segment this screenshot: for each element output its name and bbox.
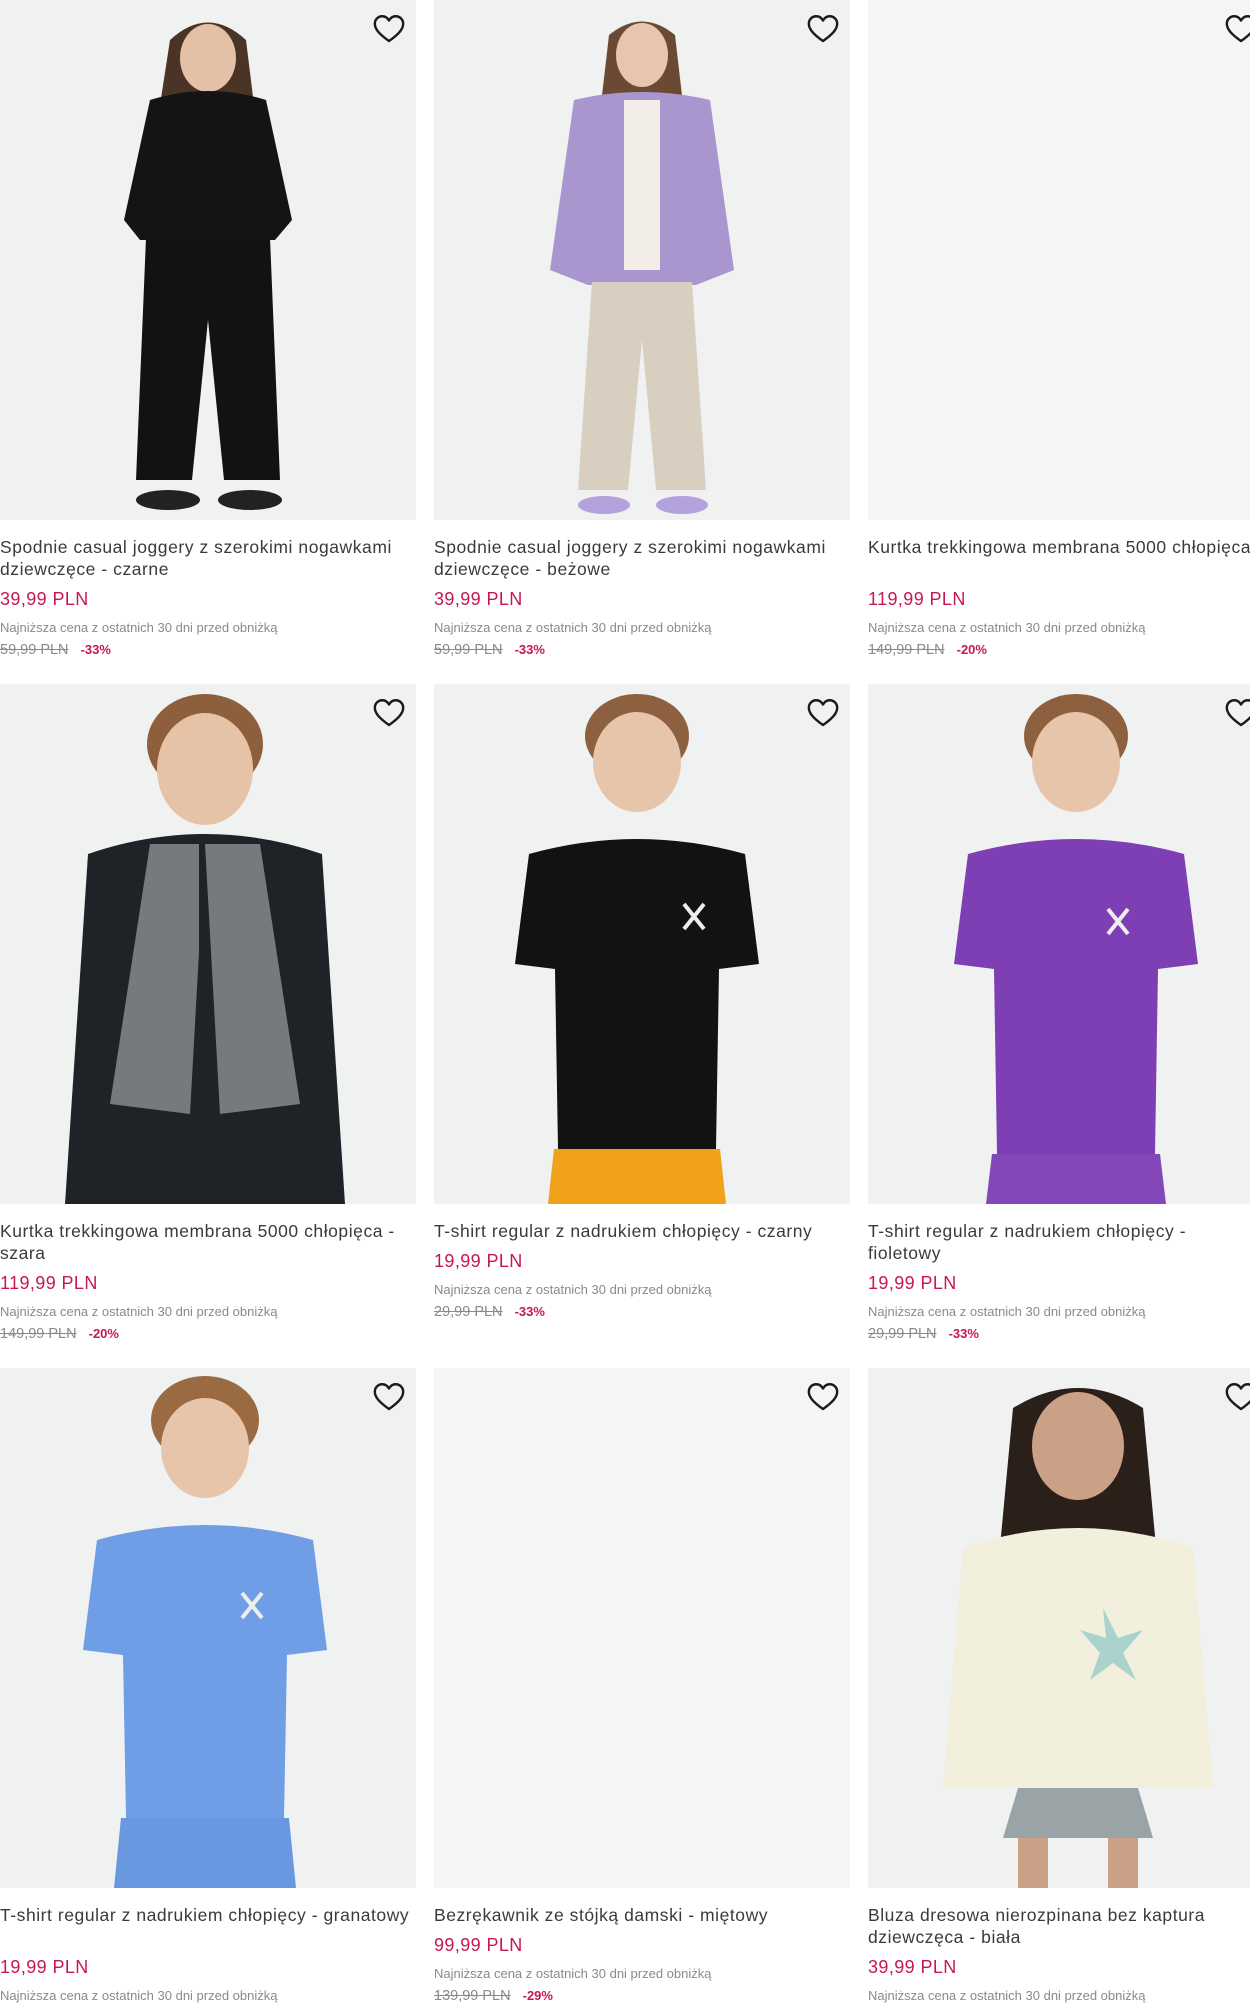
product-card[interactable]: Kurtka trekkingowa membrana 5000 chłopię… [0,684,416,1343]
old-price: 149,99 PLN [0,1326,77,1342]
discount-badge: -20% [88,1326,119,1341]
product-image[interactable] [868,1368,1250,1888]
product-price: 39,99 PLN [434,589,523,609]
lowest-price-note: Najniższa cena z ostatnich 30 dni przed … [434,1282,712,1297]
discount-badge: -33% [514,642,545,657]
product-image[interactable] [0,0,416,520]
product-price: 19,99 PLN [868,1273,957,1293]
product-price: 99,99 PLN [434,1935,523,1955]
product-price: 39,99 PLN [868,1957,957,1977]
old-price-row: 149,99 PLN -20% [0,1325,416,1343]
lowest-price-note: Najniższa cena z ostatnich 30 dni przed … [868,620,1146,635]
product-name[interactable]: Kurtka trekkingowa membrana 5000 chłopię… [0,1220,416,1264]
product-photo [124,22,292,510]
product-name[interactable]: Kurtka trekkingowa membrana 5000 chłopię… [868,536,1250,580]
product-price: 119,99 PLN [0,1273,98,1293]
wishlist-heart-icon[interactable] [804,694,842,732]
product-grid: Spodnie casual joggery z szerokimi nogaw… [0,0,1250,2014]
product-image[interactable] [868,684,1250,1204]
wishlist-heart-icon[interactable] [804,10,842,48]
product-photo [943,1388,1213,1888]
product-image[interactable] [0,1368,416,1888]
product-name[interactable]: Bluza dresowa nierozpinana bez kaptura d… [868,1904,1250,1948]
product-photo [83,1376,327,1888]
product-card[interactable]: T-shirt regular z nadrukiem chłopięcy - … [434,684,850,1321]
product-photo [550,21,734,514]
old-price: 139,99 PLN [434,1988,511,2004]
old-price-row: 149,99 PLN -20% [868,641,1250,659]
product-image[interactable] [434,0,850,520]
discount-badge: -29% [522,1988,553,2003]
lowest-price-note: Najniższa cena z ostatnich 30 dni przed … [868,1988,1146,2003]
product-price: 119,99 PLN [868,589,966,609]
wishlist-heart-icon[interactable] [370,1378,408,1416]
product-name[interactable]: T-shirt regular z nadrukiem chłopięcy - … [0,1904,416,1948]
product-price: 19,99 PLN [434,1251,523,1271]
product-photo [954,694,1198,1204]
product-card[interactable]: Bezrękawnik ze stójką damski - miętowy 9… [434,1368,850,2005]
product-image[interactable] [0,684,416,1204]
lowest-price-note: Najniższa cena z ostatnich 30 dni przed … [868,1304,1146,1319]
product-image[interactable] [868,0,1250,520]
lowest-price-note: Najniższa cena z ostatnich 30 dni przed … [0,1304,278,1319]
product-image[interactable] [434,1368,850,1888]
product-name[interactable]: T-shirt regular z nadrukiem chłopięcy - … [868,1220,1250,1264]
product-card[interactable]: T-shirt regular z nadrukiem chłopięcy - … [868,684,1250,1343]
product-card[interactable]: T-shirt regular z nadrukiem chłopięcy - … [0,1368,416,2004]
product-image[interactable] [434,684,850,1204]
product-card[interactable]: Spodnie casual joggery z szerokimi nogaw… [0,0,416,659]
old-price: 59,99 PLN [434,642,503,658]
product-card[interactable]: Bluza dresowa nierozpinana bez kaptura d… [868,1368,1250,2004]
lowest-price-note: Najniższa cena z ostatnich 30 dni przed … [434,1966,712,1981]
old-price-row: 139,99 PLN -29% [434,1987,850,2005]
lowest-price-note: Najniższa cena z ostatnich 30 dni przed … [434,620,712,635]
old-price-row: 59,99 PLN -33% [434,641,850,659]
lowest-price-note: Najniższa cena z ostatnich 30 dni przed … [0,620,278,635]
product-name[interactable]: Spodnie casual joggery z szerokimi nogaw… [434,536,850,580]
old-price: 59,99 PLN [0,642,69,658]
discount-badge: -33% [514,1304,545,1319]
old-price: 149,99 PLN [868,642,945,658]
old-price-row: 59,99 PLN -33% [0,641,416,659]
product-price: 39,99 PLN [0,589,89,609]
product-card[interactable]: Kurtka trekkingowa membrana 5000 chłopię… [868,0,1250,659]
wishlist-heart-icon[interactable] [804,1378,842,1416]
product-photo [515,694,759,1204]
product-photo [65,694,345,1204]
old-price-row: 29,99 PLN -33% [868,1325,1250,1343]
discount-badge: -33% [80,642,111,657]
wishlist-heart-icon[interactable] [370,10,408,48]
product-name[interactable]: T-shirt regular z nadrukiem chłopięcy - … [434,1220,850,1242]
old-price: 29,99 PLN [868,1326,937,1342]
old-price-row: 29,99 PLN -33% [434,1303,850,1321]
wishlist-heart-icon[interactable] [1222,694,1250,732]
wishlist-heart-icon[interactable] [1222,10,1250,48]
product-name[interactable]: Spodnie casual joggery z szerokimi nogaw… [0,536,416,580]
discount-badge: -20% [956,642,987,657]
old-price: 29,99 PLN [434,1304,503,1320]
wishlist-heart-icon[interactable] [1222,1378,1250,1416]
product-name[interactable]: Bezrękawnik ze stójką damski - miętowy [434,1904,850,1926]
lowest-price-note: Najniższa cena z ostatnich 30 dni przed … [0,1988,278,2003]
discount-badge: -33% [948,1326,979,1341]
product-card[interactable]: Spodnie casual joggery z szerokimi nogaw… [434,0,850,659]
product-price: 19,99 PLN [0,1957,89,1977]
wishlist-heart-icon[interactable] [370,694,408,732]
